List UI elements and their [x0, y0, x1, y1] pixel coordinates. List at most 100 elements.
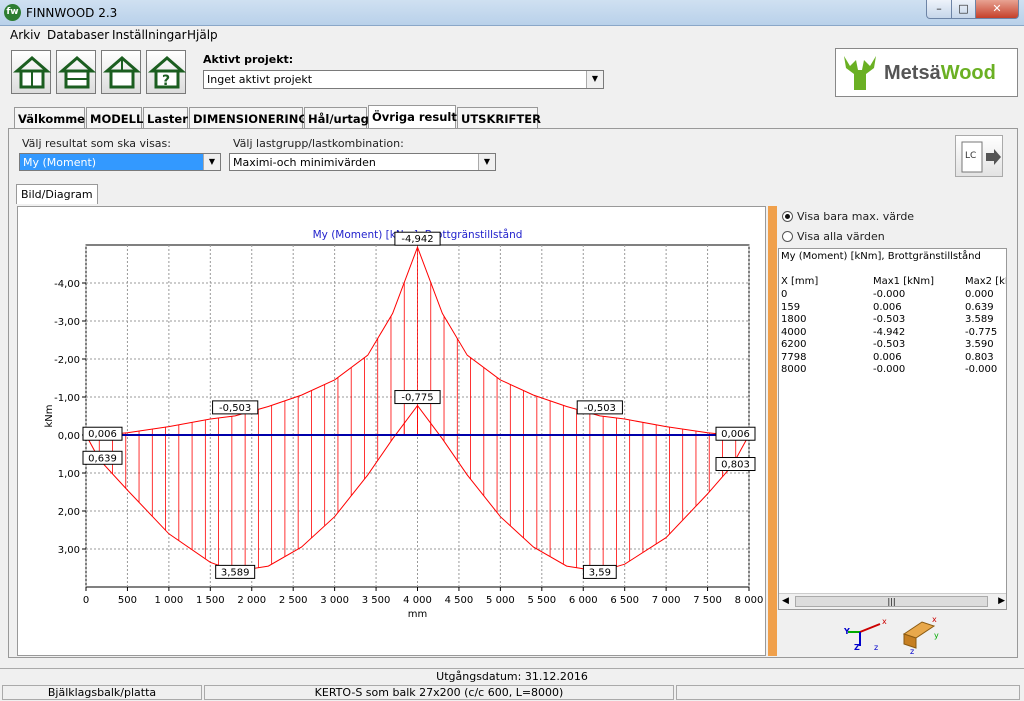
house-floor-icon	[57, 56, 97, 89]
results-cell: 0.006	[873, 351, 902, 363]
svg-text:Y: Y	[843, 627, 850, 636]
house-button-4[interactable]: ?	[146, 50, 187, 94]
svg-text:z: z	[874, 643, 878, 652]
x-tick-label: 6 000	[569, 595, 598, 606]
maximize-button[interactable]: □	[951, 0, 976, 19]
x-tick-label: 6 500	[610, 595, 639, 606]
results-cell: 4000	[781, 326, 807, 338]
lc-export-button[interactable]: LC	[955, 135, 1003, 177]
project-select[interactable]: Inget aktivt projekt ▼	[203, 70, 604, 89]
results-cell: -0.000	[965, 364, 998, 375]
results-title: My (Moment) [kNm], Brottgränstillstånd	[781, 251, 981, 262]
tab-modell[interactable]: MODELL	[86, 107, 143, 129]
menu-databaser[interactable]: Databaser	[47, 28, 109, 42]
radio-max-only[interactable]	[782, 211, 793, 222]
title-bar: fw FINNWOOD 2.3 – □ ✕	[0, 0, 1024, 26]
results-cell: 0.006	[873, 301, 902, 313]
results-cell: 0.803	[965, 351, 994, 363]
x-tick-label: 7 500	[693, 595, 722, 606]
svg-text:?: ?	[162, 73, 170, 89]
results-header: Max2 [kN	[965, 276, 1006, 287]
status-beam-desc: KERTO-S som balk 27x200 (c/c 600, L=8000…	[204, 685, 674, 700]
x-tick-label: 3 500	[362, 595, 391, 606]
chevron-down-icon: ▼	[203, 154, 220, 170]
radio-all-values-label: Visa alla värden	[797, 230, 885, 243]
menu-hjalp[interactable]: Hjälp	[187, 28, 218, 42]
load-select[interactable]: Maximi-och minimivärden ▼	[229, 153, 496, 171]
minimize-button[interactable]: –	[926, 0, 952, 19]
tab-ovriga-resultat[interactable]: Övriga resultat	[368, 105, 470, 129]
data-label: -0,503	[219, 403, 251, 414]
x-tick-label: 5 000	[486, 595, 515, 606]
results-list[interactable]: My (Moment) [kNm], Brottgränstillstånd X…	[778, 248, 1007, 610]
results-cell: 7798	[781, 351, 807, 363]
results-header: Max1 [kNm]	[873, 276, 935, 287]
y-tick-label: 3,00	[58, 545, 80, 556]
results-cell: 0.000	[965, 289, 994, 300]
data-label: -0,503	[584, 403, 616, 414]
tab-bild-diagram[interactable]: Bild/Diagram	[16, 184, 98, 204]
chevron-down-icon: ▼	[586, 71, 603, 88]
results-cell: 3.590	[965, 339, 994, 350]
x-tick-label: 8 000	[735, 595, 764, 606]
data-label: 0,006	[88, 429, 117, 440]
menu-arkiv[interactable]: Arkiv	[10, 28, 41, 42]
x-tick-label: 1 500	[196, 595, 225, 606]
chevron-down-icon: ▼	[478, 154, 495, 170]
status-empty	[676, 685, 1020, 700]
data-label: 3,589	[221, 567, 250, 578]
radio-max-only-label: Visa bara max. värde	[797, 210, 915, 223]
splitter[interactable]	[768, 206, 777, 656]
x-tick-label: 2 000	[237, 595, 266, 606]
data-label: 0,006	[721, 429, 750, 440]
lc-arrow-icon: LC	[961, 141, 1001, 173]
data-label: 0,639	[88, 453, 117, 464]
x-axis-label: mm	[408, 609, 427, 620]
house-button-1[interactable]	[11, 50, 52, 94]
y-tick-label: 1,00	[58, 469, 80, 480]
horizontal-scrollbar[interactable]: ◀ ||| ▶	[779, 593, 1006, 609]
window-title: FINNWOOD 2.3	[26, 6, 118, 20]
close-button[interactable]: ✕	[975, 0, 1019, 19]
svg-text:x: x	[932, 615, 937, 624]
results-cell: 159	[781, 301, 801, 313]
x-tick-label: 1 000	[155, 595, 184, 606]
results-cell: 8000	[781, 364, 807, 375]
x-tick-label: 5 500	[527, 595, 556, 606]
tab-valkommen[interactable]: Välkommen	[14, 107, 93, 129]
y-tick-label: -4,00	[54, 279, 80, 290]
metsawood-logo: MetsäWood	[835, 48, 1018, 97]
house-roof-icon	[102, 56, 142, 89]
data-label: 3,59	[589, 567, 611, 578]
load-select-value: Maximi-och minimivärden	[233, 156, 376, 169]
house-icon	[12, 56, 52, 89]
status-bar-date: Utgångsdatum: 31.12.2016	[0, 668, 1024, 684]
radio-all-values[interactable]	[782, 231, 793, 242]
house-help-icon: ?	[147, 56, 187, 89]
menu-installningar[interactable]: Inställningar	[112, 28, 187, 42]
x-tick-label: 4 500	[445, 595, 474, 606]
tab-utskrifter[interactable]: UTSKRIFTER	[457, 107, 541, 129]
chart-area: 0 500 1 000 1 500 2 000 2 500 3 000 3 500 4 000 4…	[17, 206, 766, 656]
house-button-3[interactable]	[101, 50, 142, 94]
result-select[interactable]: My (Moment) ▼	[19, 153, 221, 171]
results-cell: -0.775	[965, 326, 998, 338]
menu-bar: Arkiv Databaser Inställningar Hjälp	[0, 26, 1024, 45]
scroll-right-icon[interactable]: ▶	[998, 596, 1005, 606]
scroll-left-icon[interactable]: ◀	[782, 596, 789, 606]
tab-laster[interactable]: Laster	[143, 107, 188, 129]
coordinate-axes-icon: x Y Z z x y z	[843, 615, 939, 654]
app-icon: fw	[4, 4, 21, 21]
scrollbar-thumb[interactable]: |||	[795, 596, 988, 607]
y-axis-label: kNm	[44, 404, 55, 427]
svg-text:Z: Z	[854, 643, 860, 652]
project-value: Inget aktivt projekt	[207, 73, 313, 86]
x-tick-label: 2 500	[279, 595, 308, 606]
tab-dimensionering[interactable]: DIMENSIONERING	[189, 107, 308, 129]
results-cell: -0.503	[873, 339, 906, 350]
results-cell: 0	[781, 289, 788, 300]
house-button-2[interactable]	[56, 50, 97, 94]
tab-hal-urtag[interactable]: Hål/urtag	[304, 107, 369, 129]
svg-text:x: x	[882, 617, 887, 626]
svg-text:z: z	[910, 647, 914, 654]
